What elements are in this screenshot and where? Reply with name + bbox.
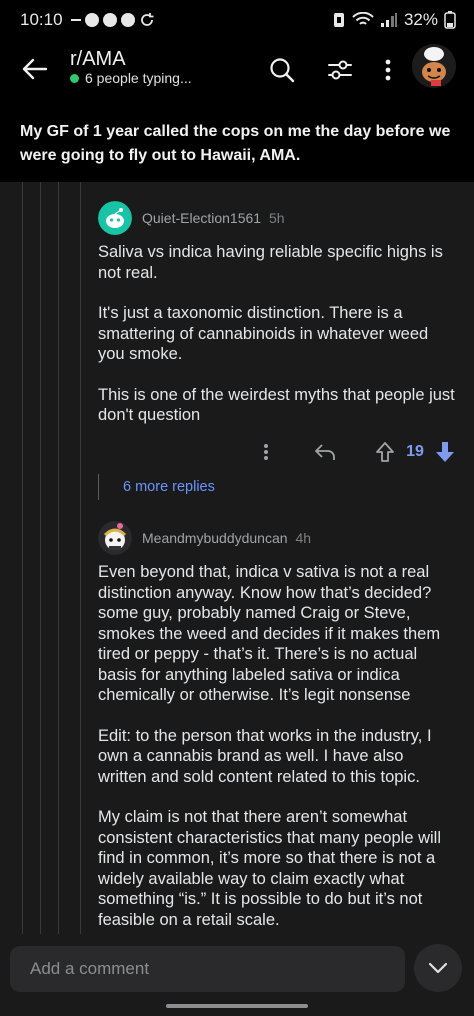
reply-button[interactable]	[310, 437, 340, 467]
battery-icon	[444, 11, 456, 29]
comment-composer-bar: Add a comment	[0, 934, 474, 1016]
subreddit-name[interactable]: r/AMA	[70, 48, 126, 71]
more-vertical-icon	[385, 59, 391, 81]
comment: Meandmybuddyduncan 4h Even beyond that, …	[98, 520, 456, 950]
username[interactable]: Quiet-Election1561	[142, 210, 261, 226]
sliders-icon	[328, 60, 352, 80]
comment-paragraph: This is one of the weirdest myths that p…	[98, 385, 455, 425]
snoo-avatar-icon	[98, 521, 132, 555]
notification-icons	[70, 12, 155, 28]
comment-paragraph: My claim is not that there aren’t somewh…	[98, 808, 441, 929]
comment-header: Meandmybuddyduncan 4h	[98, 520, 456, 556]
comment-age: 4h	[295, 530, 312, 546]
basketball-icon	[120, 13, 135, 27]
upvote-button[interactable]	[370, 437, 400, 467]
comment-age: 5h	[268, 210, 285, 226]
comment-body[interactable]: Saliva vs indica having reliable specifi…	[98, 242, 456, 426]
typing-indicator: 6 people typing...	[70, 70, 192, 86]
signal-icon	[380, 13, 397, 27]
comment-thread: Quiet-Election1561 5h Saliva vs indica h…	[0, 182, 474, 1016]
chevron-down-icon	[428, 962, 448, 974]
battery-level: 32%	[403, 10, 438, 29]
status-time: 10:10	[20, 10, 63, 29]
comment-paragraph: It's just a taxonomic distinction. There…	[98, 304, 429, 363]
dash-icon	[70, 19, 81, 21]
sync-icon	[140, 13, 154, 26]
comment-body[interactable]: Even beyond that, indica v sativa is not…	[98, 562, 456, 930]
thread-line[interactable]	[80, 182, 81, 1016]
comment-meta[interactable]: Meandmybuddyduncan 4h	[142, 530, 311, 546]
online-dot-icon	[70, 73, 79, 83]
wifi-icon	[352, 12, 374, 25]
username[interactable]: Meandmybuddyduncan	[142, 530, 288, 546]
reply-icon	[315, 444, 335, 460]
thread-line[interactable]	[22, 182, 23, 1016]
more-options-button[interactable]	[254, 437, 278, 467]
post-title[interactable]: My GF of 1 year called the cops on me th…	[0, 104, 474, 182]
snoo-avatar-icon	[98, 201, 132, 235]
user-avatar[interactable]	[412, 44, 456, 88]
arrow-left-icon	[22, 58, 48, 80]
comment-paragraph: Saliva vs indica having reliable specifi…	[98, 243, 443, 282]
back-button[interactable]	[18, 52, 52, 86]
comment-header: Quiet-Election1561 5h	[98, 200, 456, 236]
downvote-arrow-icon	[436, 442, 454, 462]
comment: Quiet-Election1561 5h Saliva vs indica h…	[98, 200, 456, 446]
thread-line[interactable]	[58, 182, 59, 1016]
sim-icon	[333, 13, 344, 27]
more-vertical-icon	[264, 444, 268, 460]
comment-paragraph: Edit: to the person that works in the in…	[98, 726, 432, 786]
home-indicator[interactable]	[166, 1004, 308, 1008]
avatar[interactable]	[98, 521, 132, 555]
app-header: r/AMA 6 people typing...	[0, 40, 474, 104]
comment-paragraph: Even beyond that, indica v sativa is not…	[98, 563, 441, 704]
upvote-arrow-icon	[376, 442, 394, 462]
overflow-menu-button[interactable]	[368, 50, 408, 90]
thread-line[interactable]	[40, 182, 41, 1016]
snoo-avatar-icon	[412, 44, 456, 88]
downvote-button[interactable]	[430, 437, 460, 467]
avatar[interactable]	[98, 201, 132, 235]
basketball-icon	[84, 13, 99, 27]
basketball-icon	[102, 13, 117, 27]
search-icon	[270, 58, 295, 83]
vote-count: 19	[406, 443, 424, 460]
filter-button[interactable]	[320, 50, 360, 90]
typing-text: 6 people typing...	[85, 70, 192, 86]
comment-actions: 19	[98, 437, 456, 467]
add-comment-input[interactable]: Add a comment	[10, 946, 405, 992]
status-bar: 10:10 32%	[0, 0, 474, 40]
search-button[interactable]	[262, 50, 302, 90]
comment-meta[interactable]: Quiet-Election1561 5h	[142, 210, 285, 226]
more-replies-link[interactable]: 6 more replies	[98, 474, 298, 500]
next-comment-button[interactable]	[414, 944, 462, 992]
